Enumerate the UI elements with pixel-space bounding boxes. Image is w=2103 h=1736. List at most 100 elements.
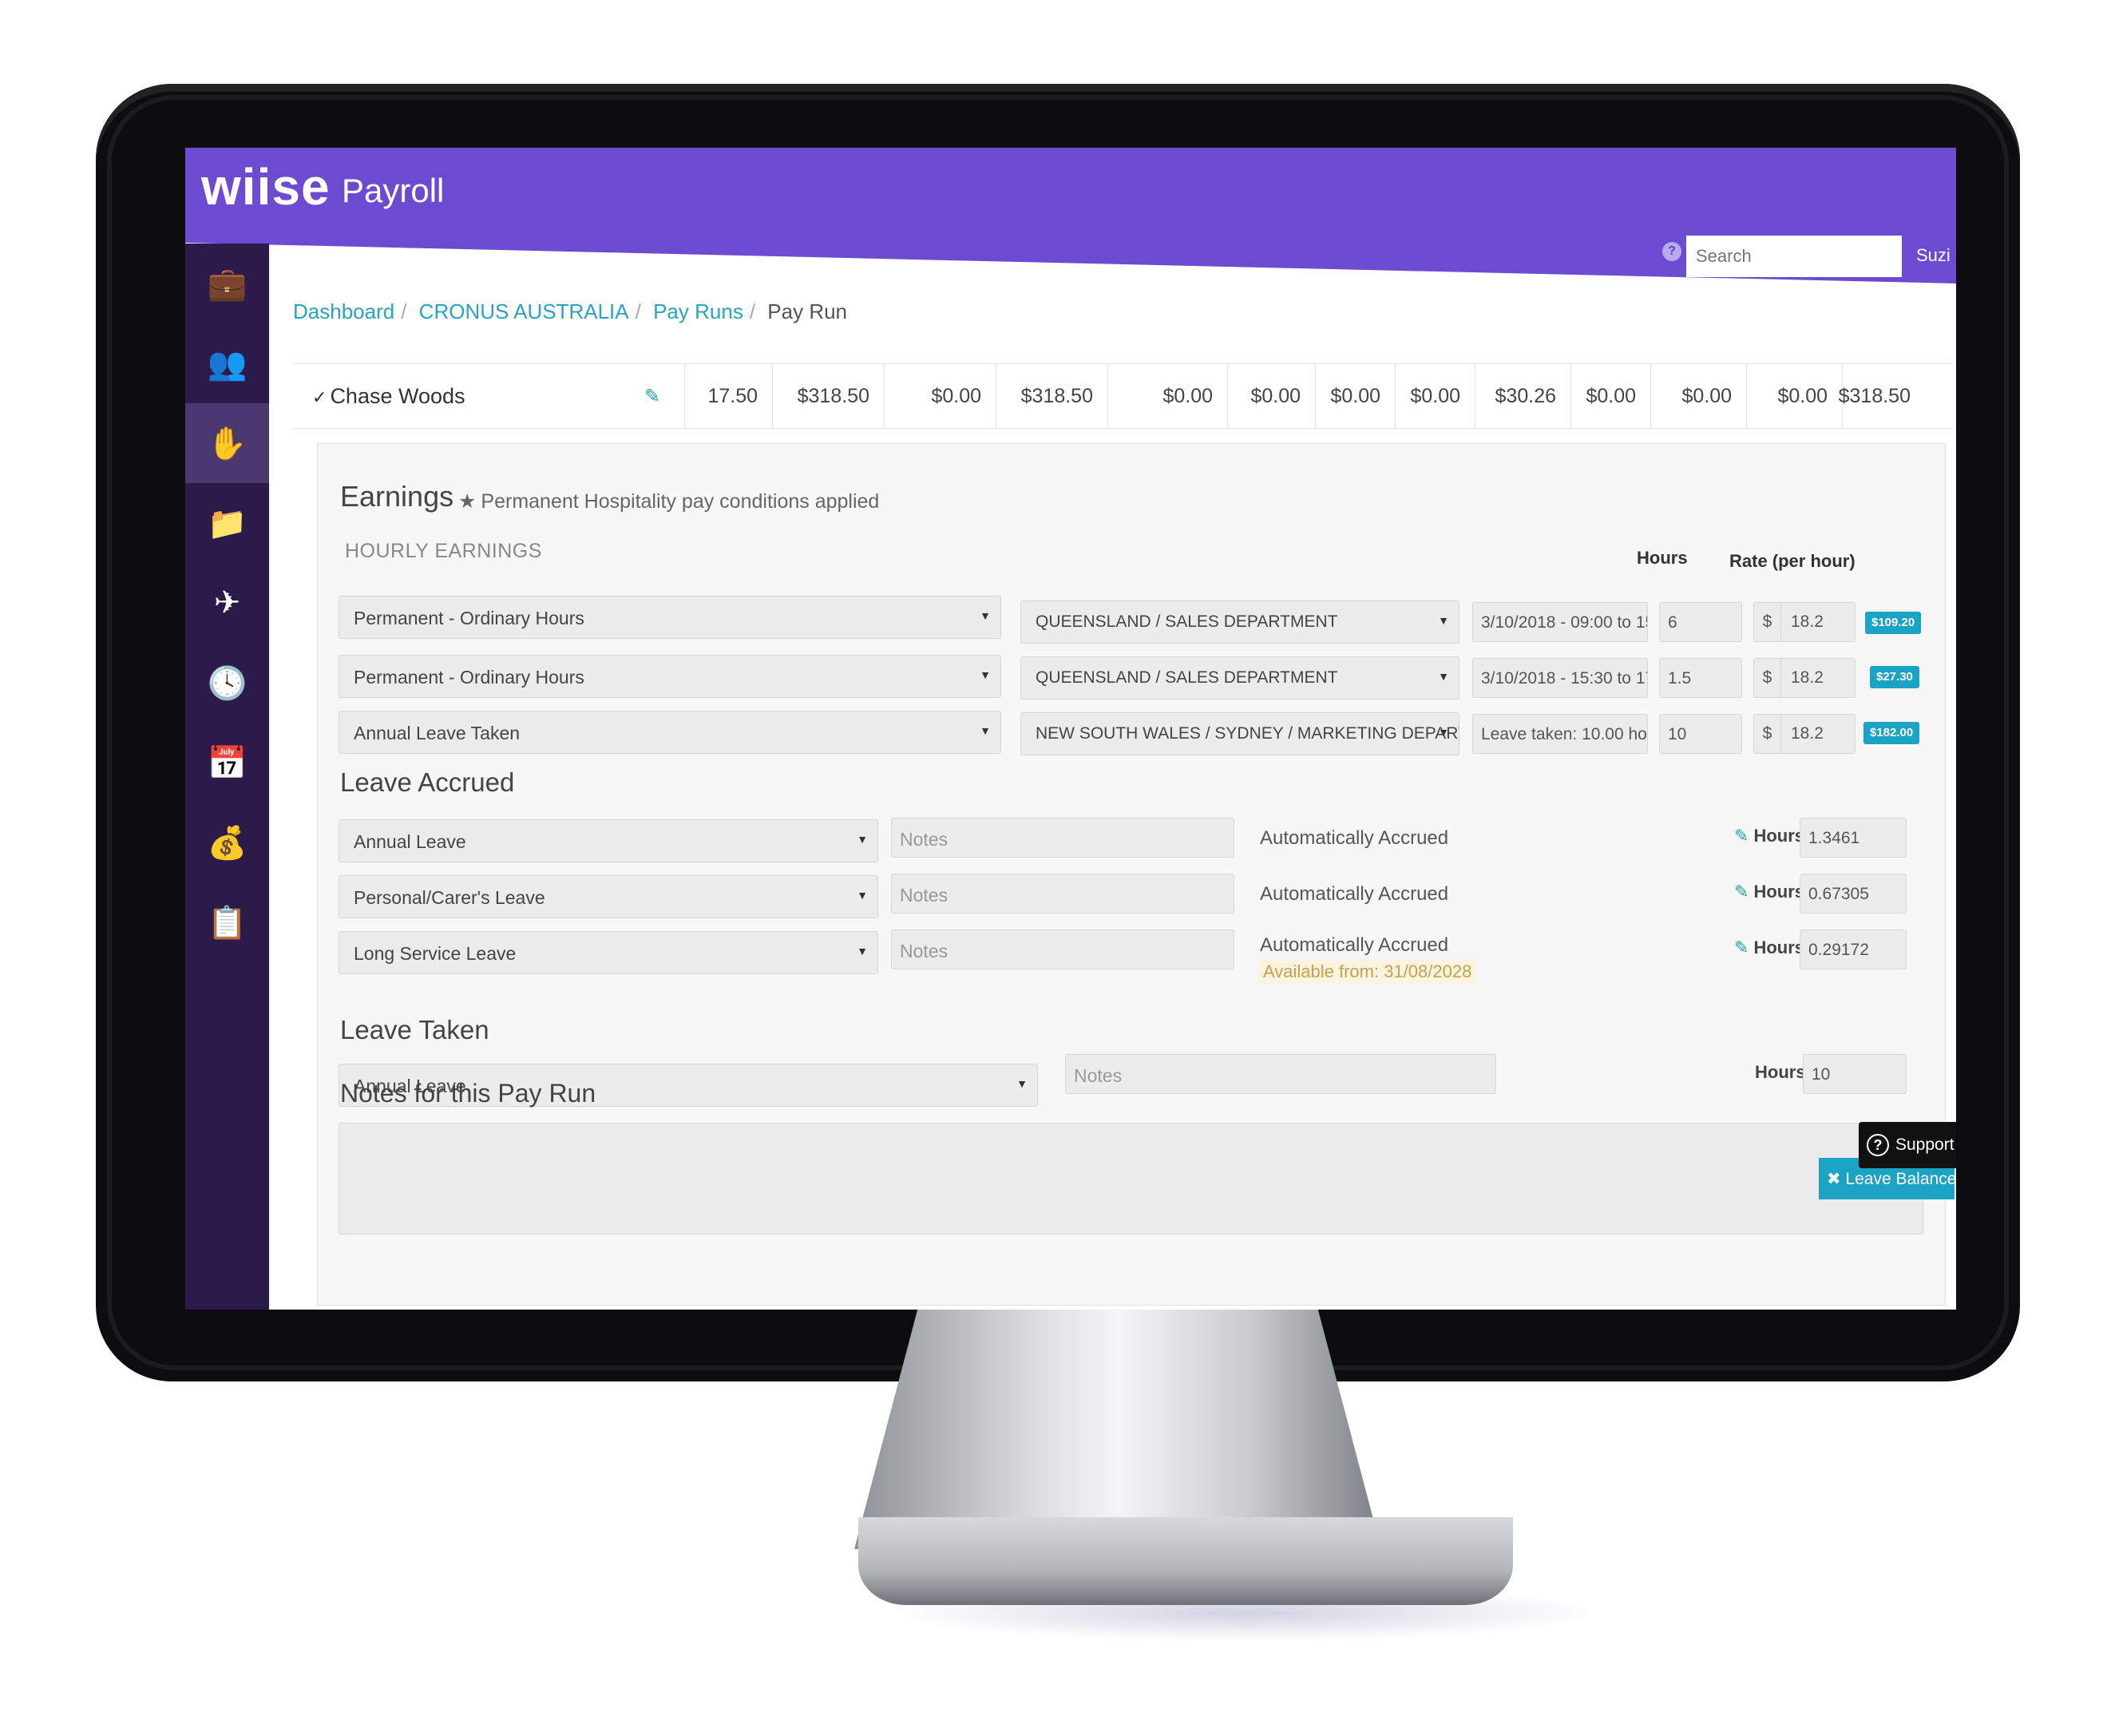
hours-input[interactable]: 6 (1659, 602, 1742, 642)
employee-value: $0.00 (1315, 363, 1395, 429)
wiise-logo[interactable]: wiise (201, 157, 331, 216)
breadcrumb: Dashboard / CRONUS AUSTRALIA / Pay Runs / P… (293, 299, 848, 323)
support-button[interactable]: ?Support› (1859, 1122, 1956, 1168)
clipboard-check-icon: 📋 (207, 905, 248, 941)
notes-input[interactable]: Notes (891, 929, 1234, 969)
caret-down-icon: ▼ (980, 609, 991, 622)
pay-run-notes-heading: Notes for this Pay Run (340, 1079, 596, 1108)
breadcrumb-dashboard[interactable]: Dashboard (293, 299, 394, 323)
sidebar-item-reports[interactable]: 📋 (185, 882, 269, 962)
employee-value: $30.26 (1475, 363, 1570, 429)
pay-run-notes-textarea[interactable] (339, 1123, 1923, 1235)
sidebar: 💼 👥 ✋ 📁 ✈ 🕓 📅 💰 📋 (185, 244, 269, 1310)
sidebar-item-leave[interactable]: ✈ (185, 563, 269, 643)
employee-value: $0.00 (1227, 363, 1315, 429)
hours-input[interactable]: 10 (1659, 714, 1742, 754)
monitor-stand-base (858, 1517, 1513, 1605)
earning-type-select[interactable]: Annual Leave Taken ▼ (339, 711, 1001, 754)
employee-value: $318.50 (996, 363, 1107, 429)
accrued-hours-input[interactable]: 1.3461 (1800, 818, 1907, 858)
edit-pencil-icon[interactable]: ✎ (644, 385, 668, 408)
accrual-status: Automatically Accrued (1260, 934, 1449, 956)
available-from-note: Available from: 31/08/2028 (1258, 960, 1477, 984)
time-field[interactable]: Leave taken: 10.00 hour (1472, 714, 1648, 754)
hours-edit-label[interactable]: ✎ Hours (1734, 882, 1804, 902)
accrued-hours-input[interactable]: 0.29172 (1800, 929, 1907, 969)
breadcrumb-company[interactable]: CRONUS AUSTRALIA (419, 299, 629, 323)
employee-value: $0.00 (1746, 363, 1842, 429)
leave-type-select[interactable]: Personal/Carer's Leave ▼ (339, 875, 878, 918)
app-title: Payroll (342, 172, 445, 209)
sidebar-item-briefcase[interactable]: 💼 (185, 244, 269, 323)
employee-value: $0.00 (1650, 363, 1746, 429)
earnings-heading: Earnings (340, 480, 454, 513)
sidebar-item-documents[interactable]: 📁 (185, 483, 269, 563)
leave-accrued-heading: Leave Accrued (340, 767, 515, 797)
question-icon[interactable]: ? (1662, 242, 1681, 261)
leave-type-select[interactable]: Annual Leave ▼ (339, 819, 878, 862)
employee-value: $0.00 (1395, 363, 1475, 429)
employee-value: $318.50 (772, 363, 884, 429)
sidebar-item-timesheets[interactable]: 🕓 (185, 643, 269, 723)
earning-type-select[interactable]: Permanent - Ordinary Hours ▼ (339, 596, 1001, 639)
notes-input[interactable]: Notes (891, 874, 1234, 914)
coins-icon: 💰 (207, 825, 248, 861)
caret-down-icon: ▼ (1438, 726, 1449, 739)
rate-input[interactable]: $18.2 (1753, 714, 1855, 754)
hours-edit-label[interactable]: ✎ Hours (1734, 937, 1804, 958)
plane-icon: ✈ (213, 585, 241, 620)
accrual-status: Automatically Accrued (1260, 883, 1449, 905)
breadcrumb-pay-runs[interactable]: Pay Runs (653, 299, 743, 323)
star-icon: ★ (458, 490, 477, 513)
rate-input[interactable]: $18.2 (1753, 658, 1855, 698)
employee-value: $0.00 (1570, 363, 1650, 429)
employee-value: $0.00 (1107, 363, 1227, 429)
hours-input[interactable]: 1.5 (1659, 658, 1742, 698)
monitor-stand-neck (854, 1310, 1381, 1549)
earning-total-badge: $109.20 (1865, 612, 1922, 634)
sidebar-item-payments[interactable]: 💰 (185, 803, 269, 882)
earning-type-select[interactable]: Permanent - Ordinary Hours ▼ (339, 655, 1001, 698)
location-select[interactable]: QUEENSLAND / SALES DEPARTMENT ▼ (1020, 600, 1459, 644)
leave-taken-heading: Leave Taken (340, 1015, 489, 1044)
sidebar-item-people[interactable]: 👥 (185, 323, 269, 403)
sidebar-item-payroll[interactable]: ✋ (185, 403, 269, 483)
caret-down-icon: ▼ (1438, 670, 1449, 683)
hours-column-header: Hours (1637, 548, 1688, 568)
search-input[interactable] (1686, 236, 1902, 277)
calendar-icon: 📅 (207, 745, 248, 781)
briefcase-icon: 💼 (207, 266, 248, 302)
screen: wiise Payroll ? Suzi 💼 👥 ✋ 📁 ✈ 🕓 📅 💰 📋 D… (185, 148, 1956, 1310)
time-field[interactable]: 3/10/2018 - 15:30 to 17:0 (1472, 658, 1648, 698)
clock-icon: 🕓 (207, 665, 248, 701)
notes-input[interactable]: Notes (891, 818, 1234, 858)
accrued-hours-input[interactable]: 0.67305 (1800, 874, 1907, 914)
folder-icon: 📁 (207, 505, 248, 541)
leave-type-select[interactable]: Long Service Leave ▼ (339, 931, 878, 974)
hand-money-icon: ✋ (207, 426, 248, 462)
time-field[interactable]: 3/10/2018 - 09:00 to 15:( (1472, 602, 1648, 642)
hours-edit-label[interactable]: ✎ Hours (1734, 826, 1804, 846)
leave-taken-hours-input[interactable]: 10 (1803, 1054, 1907, 1094)
earning-total-badge: $27.30 (1870, 666, 1919, 688)
main-content: Dashboard / CRONUS AUSTRALIA / Pay Runs / P… (269, 283, 1956, 1310)
employee-value: $0.00 (884, 363, 996, 429)
leave-taken-notes-input[interactable]: Notes (1065, 1054, 1496, 1094)
location-select[interactable]: NEW SOUTH WALES / SYDNEY / MARKETING DEP… (1020, 712, 1459, 755)
caret-down-icon: ▼ (857, 833, 868, 846)
breadcrumb-current: Pay Run (767, 299, 848, 323)
help-circle-icon: ? (1867, 1134, 1889, 1156)
location-select[interactable]: QUEENSLAND / SALES DEPARTMENT ▼ (1020, 656, 1459, 700)
caret-down-icon: ▼ (980, 668, 991, 681)
rate-column-header: Rate (per hour) (1729, 551, 1855, 571)
people-icon: 👥 (207, 346, 248, 382)
pencil-icon: ✎ (1734, 937, 1749, 957)
user-menu[interactable]: Suzi (1916, 245, 1951, 266)
caret-down-icon: ▼ (857, 889, 868, 902)
employee-value: 17.50 (684, 363, 772, 429)
employee-toggle[interactable]: ✓ Chase Woods (293, 384, 644, 409)
leave-taken-hours-label: Hours (1755, 1062, 1806, 1082)
close-icon: ✖ (1827, 1170, 1846, 1188)
sidebar-item-calendar[interactable]: 📅 (185, 723, 269, 803)
rate-input[interactable]: $18.2 (1753, 602, 1855, 642)
